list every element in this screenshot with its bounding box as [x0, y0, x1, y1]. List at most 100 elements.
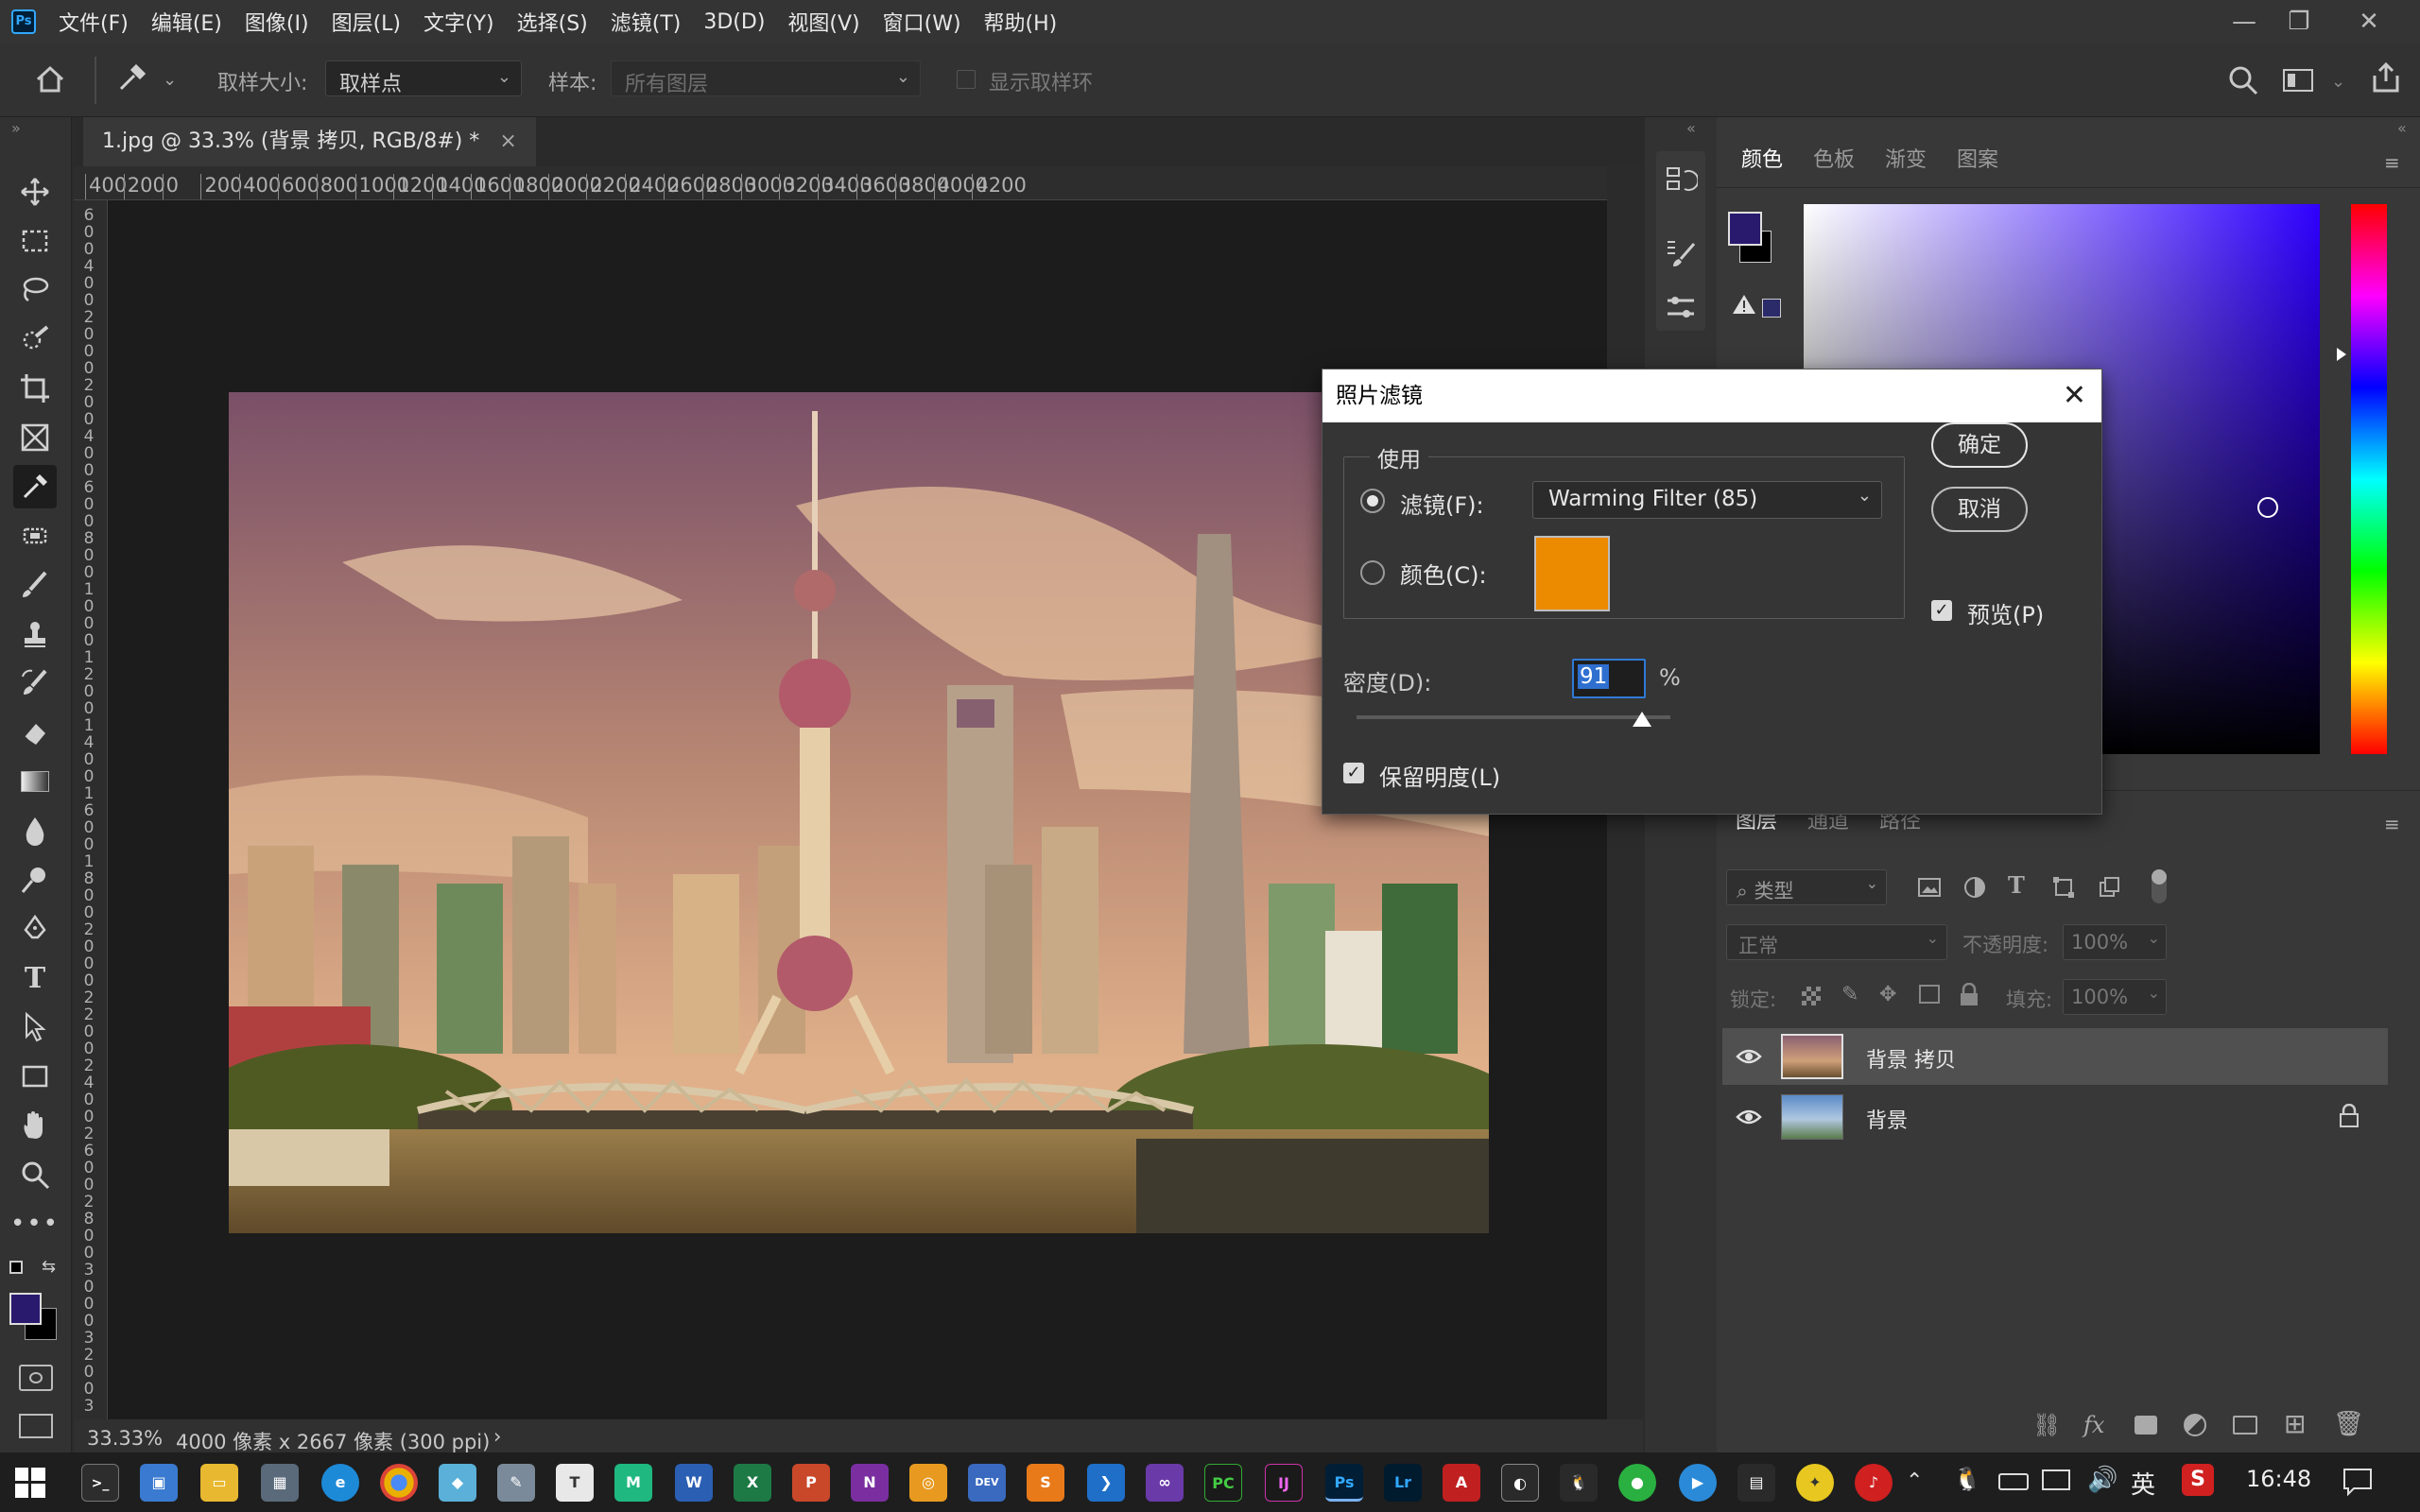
ime-indicator[interactable]: 英	[2131, 1466, 2155, 1501]
filter-pixel-icon[interactable]	[1917, 875, 1942, 900]
terminal-app-icon[interactable]: >_	[81, 1464, 119, 1502]
filter-toggle[interactable]	[2152, 869, 2167, 903]
brush-settings-icon[interactable]	[1664, 236, 1698, 270]
new-group-icon[interactable]	[2233, 1416, 2257, 1435]
zoom-tool-icon[interactable]	[13, 1153, 57, 1196]
workspace-icon[interactable]	[2282, 66, 2314, 94]
tab-swatches[interactable]: 色板	[1798, 134, 1870, 187]
lock-artboard-icon[interactable]	[1919, 985, 1940, 1004]
filter-radio[interactable]	[1360, 489, 1385, 513]
frame-tool-icon[interactable]	[13, 416, 57, 459]
blend-mode-select[interactable]: 正常 ⌄	[1726, 924, 1947, 960]
calculator-app-icon[interactable]: ▦	[261, 1464, 299, 1502]
quick-mask-icon[interactable]	[19, 1365, 53, 1391]
layer-name[interactable]: 背景	[1866, 1104, 1908, 1134]
layer-row[interactable]: 背景	[1722, 1089, 2388, 1145]
feishu-app-icon[interactable]: ▶	[1679, 1464, 1717, 1502]
cancel-button[interactable]: 取消	[1931, 487, 2028, 532]
show-ring-checkbox[interactable]	[957, 70, 976, 89]
vscode-app-icon[interactable]: ❯	[1087, 1464, 1125, 1502]
density-slider-thumb[interactable]	[1633, 712, 1652, 727]
preview-checkbox[interactable]: ✓	[1931, 600, 1952, 621]
sublime-app-icon[interactable]: S	[1027, 1464, 1064, 1502]
link-layers-icon[interactable]: ⛓	[2032, 1412, 2061, 1438]
adjustments-icon[interactable]	[1664, 291, 1698, 325]
filter-type-icon[interactable]: T	[2008, 871, 2025, 899]
intellij-app-icon[interactable]: IJ	[1265, 1464, 1303, 1502]
spot-healing-tool-icon[interactable]	[13, 514, 57, 558]
brush-tool-icon[interactable]	[13, 563, 57, 607]
eraser-tool-icon[interactable]	[13, 711, 57, 754]
eye-visibility-icon[interactable]	[1736, 1106, 1762, 1128]
type-tool-icon[interactable]: T	[13, 956, 57, 1000]
acrobat-app-icon[interactable]: A	[1443, 1464, 1480, 1502]
tab-patterns[interactable]: 图案	[1942, 134, 2014, 187]
dodge-tool-icon[interactable]	[13, 858, 57, 902]
home-icon[interactable]	[34, 64, 66, 94]
new-adjustment-icon[interactable]	[2184, 1414, 2206, 1436]
search-icon[interactable]	[2227, 64, 2259, 96]
tray-app-icon[interactable]: ▤	[1737, 1464, 1775, 1502]
menu-filter[interactable]: 滤镜(T)	[611, 7, 682, 37]
gradient-tool-icon[interactable]	[13, 760, 57, 803]
dialog-titlebar[interactable]: 照片滤镜 ✕	[1322, 369, 2101, 422]
new-layer-icon[interactable]: ⊞	[2284, 1408, 2306, 1439]
collapse-arrows-icon[interactable]: «	[1686, 119, 1696, 137]
delete-layer-icon[interactable]: 🗑	[2333, 1410, 2364, 1438]
status-menu-arrow[interactable]: ›	[493, 1425, 501, 1448]
color-radio[interactable]	[1360, 560, 1385, 585]
menu-layer[interactable]: 图层(L)	[332, 7, 401, 37]
tray-app-icon[interactable]: ✦	[1796, 1464, 1834, 1502]
menu-file[interactable]: 文件(F)	[59, 7, 129, 37]
eyedropper-tool-icon[interactable]	[13, 465, 57, 508]
word-app-icon[interactable]: W	[675, 1464, 713, 1502]
chevron-down-icon[interactable]: ⌄	[2331, 72, 2345, 92]
lock-pixels-icon[interactable]: ✎	[1841, 983, 1858, 1006]
tray-expand-icon[interactable]: ⌃	[1906, 1469, 1923, 1493]
collapse-arrows-icon[interactable]: »	[11, 119, 21, 137]
tab-gradients[interactable]: 渐变	[1870, 134, 1942, 187]
pen-tool-icon[interactable]	[13, 907, 57, 951]
filter-color-swatch[interactable]	[1534, 536, 1610, 611]
sample-size-select[interactable]: 取样点 ⌄	[325, 60, 522, 96]
swap-colors-icon[interactable]: ⇆	[42, 1257, 56, 1277]
rectangle-tool-icon[interactable]	[13, 1055, 57, 1098]
menu-edit[interactable]: 编辑(E)	[151, 7, 222, 37]
powerpoint-app-icon[interactable]: P	[792, 1464, 830, 1502]
sample-select[interactable]: 所有图层 ⌄	[611, 60, 921, 96]
netease-music-icon[interactable]: ♪	[1855, 1464, 1893, 1502]
filter-shape-icon[interactable]	[2051, 875, 2076, 900]
density-slider-track[interactable]	[1357, 715, 1670, 719]
visual-studio-app-icon[interactable]: ∞	[1146, 1464, 1184, 1502]
preserve-luminosity-checkbox[interactable]: ✓	[1343, 763, 1364, 783]
remote-desktop-app-icon[interactable]: ▣	[140, 1464, 178, 1502]
close-tab-icon[interactable]: ×	[499, 129, 516, 153]
hand-tool-icon[interactable]	[13, 1104, 57, 1147]
minimize-button[interactable]: —	[2218, 4, 2271, 40]
tencent-docs-app-icon[interactable]: ◎	[909, 1464, 947, 1502]
clock[interactable]: 16:48	[2246, 1466, 2311, 1492]
menu-help[interactable]: 帮助(H)	[984, 7, 1058, 37]
lasso-tool-icon[interactable]	[13, 268, 57, 312]
restore-button[interactable]: ❐	[2273, 4, 2325, 40]
lock-all-icon[interactable]	[1959, 983, 1979, 1007]
qq-app-icon[interactable]: 🐧	[1560, 1464, 1598, 1502]
quick-select-tool-icon[interactable]	[13, 318, 57, 361]
ok-button[interactable]: 确定	[1931, 422, 2028, 468]
chevron-down-icon[interactable]: ⌄	[163, 70, 177, 90]
lock-position-icon[interactable]: ✥	[1879, 983, 1896, 1006]
out-of-gamut-warning-icon[interactable]	[1732, 293, 1756, 316]
excel-app-icon[interactable]: X	[734, 1464, 771, 1502]
pycharm-app-icon[interactable]: PC	[1204, 1464, 1242, 1502]
notification-icon[interactable]	[2342, 1468, 2373, 1496]
photoshop-logo[interactable]: Ps	[11, 9, 36, 34]
more-tools-icon[interactable]: •••	[10, 1202, 58, 1246]
panel-menu-icon[interactable]: ≡	[2384, 151, 2400, 174]
filter-select[interactable]: Warming Filter (85) ⌄	[1532, 481, 1882, 519]
menu-3d[interactable]: 3D(D)	[703, 10, 765, 34]
battery-icon[interactable]	[1998, 1473, 2029, 1490]
paint-app-icon[interactable]: ✎	[497, 1464, 535, 1502]
photoshop-taskbar-icon[interactable]: Ps	[1325, 1464, 1363, 1502]
density-input[interactable]: 91	[1572, 659, 1646, 698]
typora-app-icon[interactable]: T	[556, 1464, 594, 1502]
